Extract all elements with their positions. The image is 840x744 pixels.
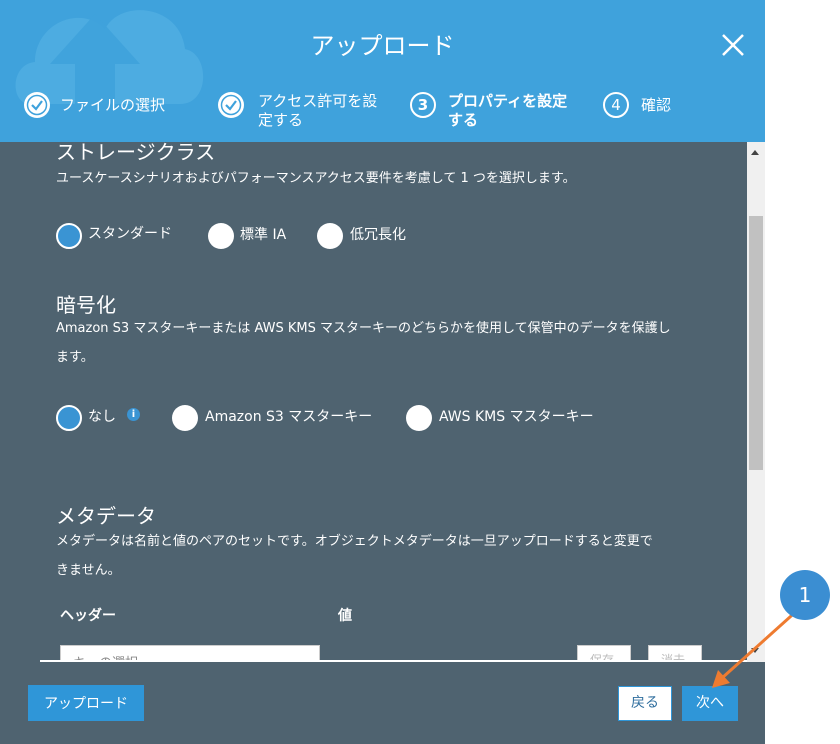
- scrollbar[interactable]: [747, 142, 765, 662]
- check-icon: [218, 92, 244, 118]
- step-label: ファイルの選択: [60, 96, 166, 114]
- next-button[interactable]: 次へ: [682, 686, 738, 721]
- radio-none[interactable]: [56, 405, 82, 431]
- encryption-description-cont: ます。: [56, 350, 94, 365]
- step-label-cont: 定する: [258, 111, 304, 129]
- step-number: 3: [417, 96, 429, 114]
- radio-amazon-s3-key[interactable]: [172, 405, 198, 431]
- info-icon[interactable]: i: [127, 408, 140, 421]
- step-label-cont: する: [448, 111, 479, 129]
- check-icon: [24, 92, 50, 118]
- upload-dialog: アップロード ファイルの選択 アクセス許可を設 定する 3 プロパティを設定 す…: [0, 0, 765, 744]
- close-icon[interactable]: [718, 30, 748, 60]
- radio-label[interactable]: 標準 IA: [240, 224, 286, 244]
- step-label: 確認: [641, 96, 672, 114]
- step-number: 4: [611, 96, 621, 114]
- radio-label[interactable]: なし: [88, 406, 116, 426]
- dialog-content: ストレージクラス ユースケースシナリオおよびパフォーマンスアクセス要件を考慮して…: [0, 142, 747, 662]
- radio-label[interactable]: AWS KMS マスターキー: [439, 406, 594, 426]
- radio-aws-kms-key[interactable]: [406, 405, 432, 431]
- storage-class-heading: ストレージクラス: [56, 142, 216, 164]
- encryption-description: Amazon S3 マスターキーまたは AWS KMS マスターキーのどちらかを…: [56, 321, 671, 336]
- scroll-down-icon[interactable]: [751, 648, 759, 653]
- radio-reduced-redundancy[interactable]: [317, 223, 343, 249]
- header-column-label: ヘッダー: [60, 608, 116, 624]
- back-button[interactable]: 戻る: [618, 686, 672, 721]
- annotation-badge: 1: [780, 570, 830, 620]
- dialog-header: アップロード ファイルの選択 アクセス許可を設 定する 3 プロパティを設定 す…: [0, 0, 765, 142]
- cloud-upload-icon: [15, 10, 204, 124]
- radio-standard-ia[interactable]: [208, 223, 234, 249]
- divider: [40, 660, 747, 662]
- upload-button[interactable]: アップロード: [28, 685, 144, 721]
- storage-class-description: ユースケースシナリオおよびパフォーマンスアクセス要件を考慮して 1 つを選択しま…: [56, 171, 576, 186]
- step-label: プロパティを設定: [448, 92, 568, 110]
- step-label: アクセス許可を設: [258, 92, 378, 110]
- radio-label[interactable]: 低冗長化: [350, 224, 406, 244]
- scroll-up-icon[interactable]: [751, 150, 759, 155]
- value-column-label: 値: [338, 608, 352, 624]
- radio-label[interactable]: スタンダード: [88, 223, 172, 243]
- metadata-description: メタデータは名前と値のペアのセットです。オブジェクトメタデータは一旦アップロード…: [56, 534, 653, 549]
- radio-label[interactable]: Amazon S3 マスターキー: [205, 406, 372, 426]
- radio-standard[interactable]: [56, 223, 82, 249]
- metadata-description-cont: きません。: [56, 563, 121, 578]
- metadata-heading: メタデータ: [56, 504, 156, 528]
- scroll-thumb[interactable]: [749, 216, 763, 470]
- dialog-title: アップロード: [310, 32, 455, 60]
